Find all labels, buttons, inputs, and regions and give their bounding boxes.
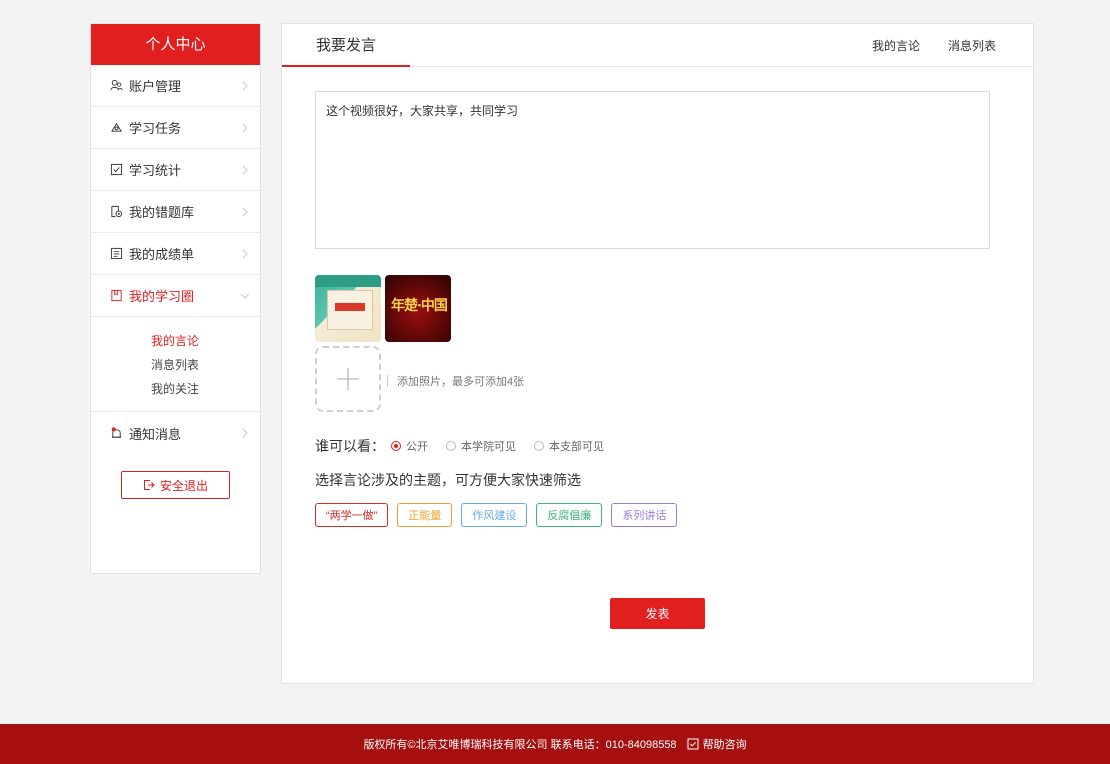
chevron-right-icon (240, 207, 250, 217)
add-photo-hint: 添加照片，最多可添加4张 (387, 373, 524, 389)
radio-label: 本学院可见 (461, 441, 516, 453)
visibility-selector: 谁可以看： 公开 本学院可见 本支部可见 (315, 436, 622, 456)
logout-label: 安全退出 (159, 478, 208, 493)
visibility-label: 谁可以看： (315, 438, 385, 454)
logout-button[interactable]: 安全退出 (121, 471, 230, 499)
logout-icon (143, 480, 155, 490)
thumb-decor (335, 303, 365, 311)
sidebar-item-label: 账户管理 (129, 79, 182, 94)
thumb-decor (315, 275, 381, 287)
footer: 版权所有©北京艾唯博瑞科技有限公司 联系电话：010-84098558 帮助咨询 (0, 724, 1110, 764)
photo-thumbnail-1[interactable] (315, 275, 381, 342)
sidebar-item-label: 我的成绩单 (129, 247, 195, 262)
radio-dot (391, 441, 401, 451)
link-message-list[interactable]: 消息列表 (948, 37, 996, 54)
tab-active-indicator (282, 65, 410, 67)
sidebar-item-learning-circle[interactable]: 我的学习圈 (91, 275, 260, 317)
sidebar-item-stats[interactable]: 学习统计 (91, 149, 260, 191)
tag-positive-energy[interactable]: 正能量 (397, 503, 453, 527)
sidebar-title: 个人中心 (91, 24, 260, 65)
bookmark-icon (109, 289, 123, 303)
radio-dot (534, 441, 544, 451)
sidebar-submenu: 我的言论 消息列表 我的关注 (91, 317, 260, 412)
sidebar-item-label: 学习任务 (129, 121, 182, 136)
sidebar-item-label: 我的学习圈 (129, 289, 195, 304)
link-my-posts[interactable]: 我的言论 (872, 37, 920, 54)
submenu-message-list[interactable]: 消息列表 (151, 353, 260, 377)
add-photo-button[interactable] (315, 346, 381, 412)
main-panel: 我要发言 我的言论 消息列表 这个视频很好，大家共享，共同学习 年楚·中国 添加… (281, 23, 1034, 684)
checkbox-icon (109, 163, 123, 177)
chevron-right-icon (240, 249, 250, 259)
tag-anti-corruption[interactable]: 反腐倡廉 (536, 503, 603, 527)
chevron-right-icon (240, 81, 250, 91)
radio-dot (446, 441, 456, 451)
sidebar-item-label: 学习统计 (129, 163, 182, 178)
thumb-caption: 年楚·中国 (391, 298, 448, 314)
plus-icon (337, 368, 359, 390)
chevron-right-icon (240, 123, 250, 133)
radio-branch[interactable]: 本支部可见 (534, 438, 604, 454)
footer-copyright: 版权所有©北京艾唯博瑞科技有限公司 联系电话：010-84098558 (363, 739, 677, 751)
radio-college[interactable]: 本学院可见 (446, 438, 516, 454)
sidebar-item-wrong-questions[interactable]: 我的错题库 (91, 191, 260, 233)
radio-label: 本支部可见 (549, 441, 604, 453)
post-textarea[interactable]: 这个视频很好，大家共享，共同学习 (315, 91, 990, 249)
tag-liangxue-yizuo[interactable]: “两学一做” (315, 503, 389, 527)
sidebar-item-account[interactable]: 账户管理 (91, 65, 260, 107)
sidebar-item-tasks[interactable]: 学习任务 (91, 107, 260, 149)
sidebar-item-label: 我的错题库 (129, 205, 195, 220)
wrong-questions-icon (109, 205, 123, 219)
radio-public[interactable]: 公开 (391, 438, 428, 454)
help-label: 帮助咨询 (702, 739, 747, 751)
users-icon (109, 79, 123, 93)
tag-speech-series[interactable]: 系列讲话 (611, 503, 678, 527)
tab-links: 我的言论 消息列表 (872, 24, 996, 67)
sidebar-item-label: 通知消息 (129, 426, 182, 442)
photo-thumbnail-2[interactable]: 年楚·中国 (385, 275, 451, 342)
radio-label: 公开 (406, 441, 428, 453)
chevron-right-icon (240, 428, 250, 438)
sidebar: 个人中心 账户管理 学习任务 学习统计 我的错题库 我的成绩单 我的学习圈 我的… (90, 23, 261, 574)
chevron-right-icon (240, 165, 250, 175)
task-icon (109, 121, 123, 135)
help-link[interactable]: 帮助咨询 (687, 736, 747, 752)
chevron-down-icon (240, 291, 250, 301)
sidebar-item-report[interactable]: 我的成绩单 (91, 233, 260, 275)
topic-tags: “两学一做” 正能量 作风建设 反腐倡廉 系列讲话 (315, 503, 678, 527)
bell-icon (109, 426, 123, 440)
checkbox-icon (687, 738, 699, 750)
report-icon (109, 247, 123, 261)
tab-speak[interactable]: 我要发言 (316, 24, 376, 67)
publish-button[interactable]: 发表 (610, 598, 705, 629)
topic-title: 选择言论涉及的主题，可方便大家快速筛选 (315, 472, 581, 488)
submenu-my-follows[interactable]: 我的关注 (151, 377, 260, 401)
submenu-my-posts[interactable]: 我的言论 (151, 329, 260, 353)
sidebar-item-notifications[interactable]: 通知消息 (91, 412, 260, 454)
tab-bar: 我要发言 我的言论 消息列表 (282, 24, 1033, 67)
tag-work-style[interactable]: 作风建设 (461, 503, 528, 527)
